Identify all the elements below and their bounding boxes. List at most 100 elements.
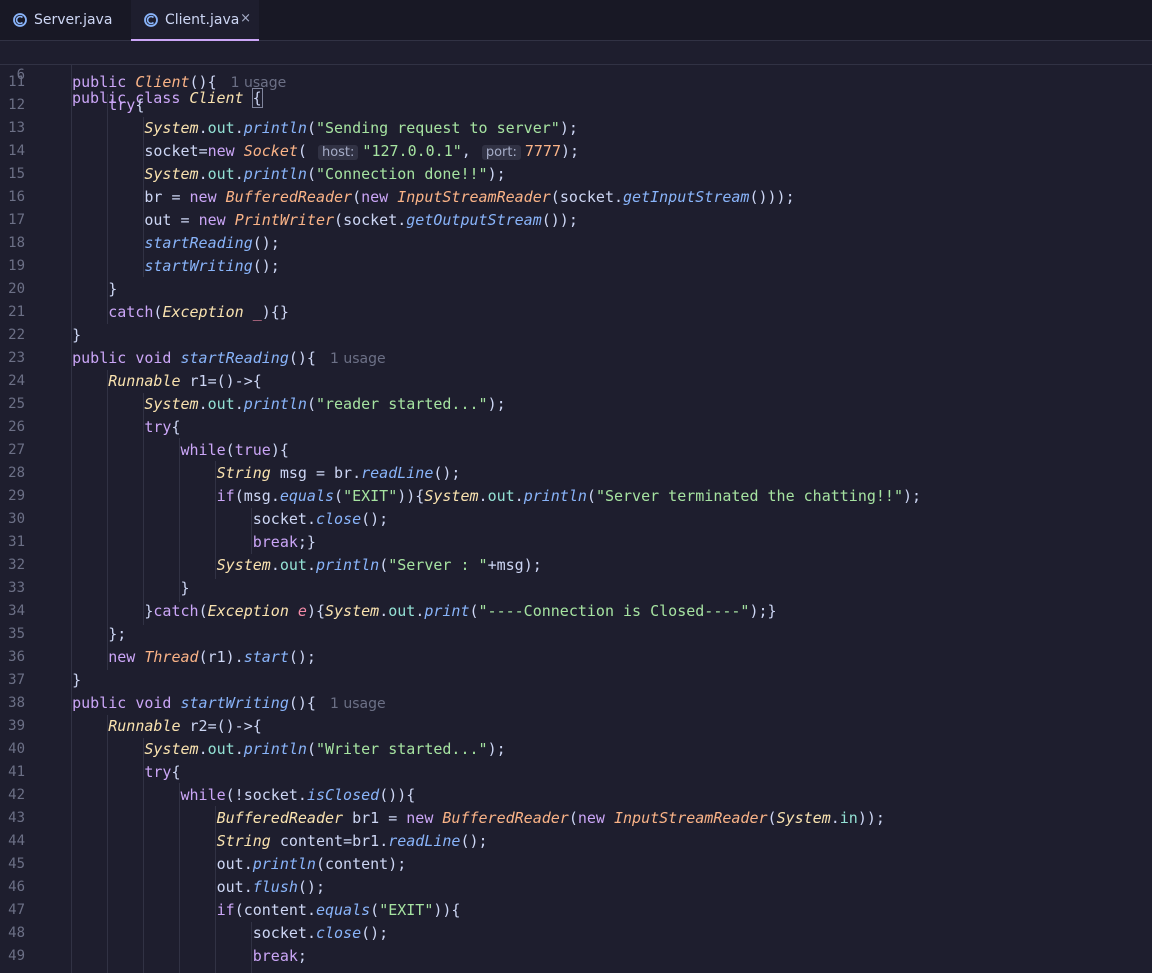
code-line-row[interactable]: 32 System.out.println("Server : "+msg);	[0, 554, 1152, 577]
line-number: 44	[8, 833, 25, 849]
code-line-row[interactable]: 39 Runnable r2=()->{	[0, 715, 1152, 738]
line-number: 18	[8, 235, 25, 251]
line-number: 21	[8, 304, 25, 320]
code-line-row[interactable]: 22 }	[0, 324, 1152, 347]
line-number: 31	[8, 534, 25, 550]
code-line-row[interactable]: 17 out = new PrintWriter(socket.getOutpu…	[0, 209, 1152, 232]
code-line: socket.close();	[252, 510, 389, 528]
code-line-row[interactable]: 15 System.out.println("Connection done!!…	[0, 163, 1152, 186]
code-line: new Thread(r1).start();	[108, 648, 316, 666]
close-icon[interactable]: ×	[240, 10, 251, 28]
code-line: String msg = br.readLine();	[216, 464, 461, 482]
line-number: 30	[8, 511, 25, 527]
code-line-row[interactable]: 28 String msg = br.readLine();	[0, 462, 1152, 485]
code-line-row[interactable]: 16 br = new BufferedReader(new InputStre…	[0, 186, 1152, 209]
line-number: 27	[8, 442, 25, 458]
code-line: System.out.println("Connection done!!");	[144, 165, 506, 183]
line-number: 37	[8, 672, 25, 688]
line-number: 26	[8, 419, 25, 435]
code-line: System.out.println("Sending request to s…	[144, 119, 578, 137]
code-line: public Client(){1 usage	[72, 73, 287, 91]
sticky-scroll-header[interactable]: 6 public class Client {	[0, 41, 1152, 108]
line-number: 19	[8, 258, 25, 274]
tab-client-java[interactable]: Client.java ×	[131, 0, 259, 41]
code-line: out.flush();	[216, 878, 325, 896]
code-line-row[interactable]: 26 try{	[0, 416, 1152, 439]
code-line-row[interactable]: 13 System.out.println("Sending request t…	[0, 117, 1152, 140]
code-line-row[interactable]: 20 }	[0, 278, 1152, 301]
line-number: 11	[8, 74, 25, 90]
code-line-row[interactable]: 19 startWriting();	[0, 255, 1152, 278]
code-line: }catch(Exception e){System.out.print("--…	[36, 602, 777, 620]
code-line-row[interactable]: 25 System.out.println("reader started...…	[0, 393, 1152, 416]
line-number: 12	[8, 97, 25, 113]
code-line: br = new BufferedReader(new InputStreamR…	[144, 188, 795, 206]
tab-server-java[interactable]: Server.java	[0, 0, 130, 40]
line-number: 13	[8, 120, 25, 136]
code-line: }	[36, 280, 118, 298]
code-line: break;	[252, 947, 307, 965]
line-number: 17	[8, 212, 25, 228]
code-line-row[interactable]: 45 out.println(content);	[0, 853, 1152, 876]
line-number: 23	[8, 350, 25, 366]
code-line: startReading();	[144, 234, 280, 252]
code-line-row[interactable]: 48 socket.close();	[0, 922, 1152, 945]
code-line: out.println(content);	[216, 855, 407, 873]
line-number: 43	[8, 810, 25, 826]
line-number: 34	[8, 603, 25, 619]
java-class-icon	[144, 12, 158, 27]
code-line: out = new PrintWriter(socket.getOutputSt…	[144, 211, 578, 229]
code-line-row[interactable]: 27 while(true){	[0, 439, 1152, 462]
line-number: 39	[8, 718, 25, 734]
code-line-row[interactable]: 49 break;	[0, 945, 1152, 968]
code-line-row[interactable]: 23 public void startReading(){1 usage	[0, 347, 1152, 370]
code-editor[interactable]: Server.java Client.java × 6 public class…	[0, 0, 1152, 973]
code-line: while(!socket.isClosed()){	[180, 786, 416, 804]
code-line-row[interactable]: 44 String content=br1.readLine();	[0, 830, 1152, 853]
line-number: 41	[8, 764, 25, 780]
code-line: public void startReading(){1 usage	[72, 349, 386, 367]
usage-hint[interactable]: 1 usage	[330, 696, 386, 712]
code-line-row[interactable]: 14 socket=new Socket( host: "127.0.0.1", …	[0, 140, 1152, 163]
code-line-row[interactable]: 30 socket.close();	[0, 508, 1152, 531]
parameter-hint: host:	[317, 145, 359, 160]
code-line-row[interactable]: 31 break;}	[0, 531, 1152, 554]
code-line-row[interactable]: 12 try{	[0, 94, 1152, 117]
code-line-row[interactable]: 36 new Thread(r1).start();	[0, 646, 1152, 669]
code-line-row[interactable]: 35 };	[0, 623, 1152, 646]
editor-tab-bar: Server.java Client.java ×	[0, 0, 1152, 41]
code-line-row[interactable]: 37 }	[0, 669, 1152, 692]
code-line-row[interactable]: 21 catch(Exception _){}	[0, 301, 1152, 324]
code-line-row[interactable]: 11 public Client(){1 usage	[0, 71, 1152, 94]
code-line-row[interactable]: 24 Runnable r1=()->{	[0, 370, 1152, 393]
line-number: 48	[8, 925, 25, 941]
code-line: if(msg.equals("EXIT")){System.out.printl…	[216, 487, 922, 505]
code-line-row[interactable]: 47 if(content.equals("EXIT")){	[0, 899, 1152, 922]
java-class-icon	[13, 13, 27, 27]
line-number: 42	[8, 787, 25, 803]
code-line-row[interactable]: 40 System.out.println("Writer started...…	[0, 738, 1152, 761]
line-number: 38	[8, 695, 25, 711]
code-line: break;}	[252, 533, 316, 551]
code-line: System.out.println("Writer started...");	[144, 740, 506, 758]
code-line-row[interactable]: 29 if(msg.equals("EXIT")){System.out.pri…	[0, 485, 1152, 508]
usage-hint[interactable]: 1 usage	[330, 351, 386, 367]
code-line: }	[36, 579, 190, 597]
code-line: System.out.println("Server : "+msg);	[216, 556, 542, 574]
code-line: System.out.println("reader started...");	[144, 395, 506, 413]
code-line-row[interactable]: 43 BufferedReader br1 = new BufferedRead…	[0, 807, 1152, 830]
line-number: 28	[8, 465, 25, 481]
code-line-row[interactable]: 41 try{	[0, 761, 1152, 784]
usage-hint[interactable]: 1 usage	[231, 75, 287, 91]
code-line-row[interactable]: 18 startReading();	[0, 232, 1152, 255]
code-line-row[interactable]: 38 public void startWriting(){1 usage	[0, 692, 1152, 715]
code-line-row[interactable]: 42 while(!socket.isClosed()){	[0, 784, 1152, 807]
code-line-row[interactable]: 34 }catch(Exception e){System.out.print(…	[0, 600, 1152, 623]
code-line: while(true){	[180, 441, 289, 459]
line-number: 40	[8, 741, 25, 757]
code-line-row[interactable]: 46 out.flush();	[0, 876, 1152, 899]
code-line-row[interactable]: 33 }	[0, 577, 1152, 600]
line-number: 32	[8, 557, 25, 573]
code-line: try{	[144, 763, 181, 781]
line-number: 36	[8, 649, 25, 665]
